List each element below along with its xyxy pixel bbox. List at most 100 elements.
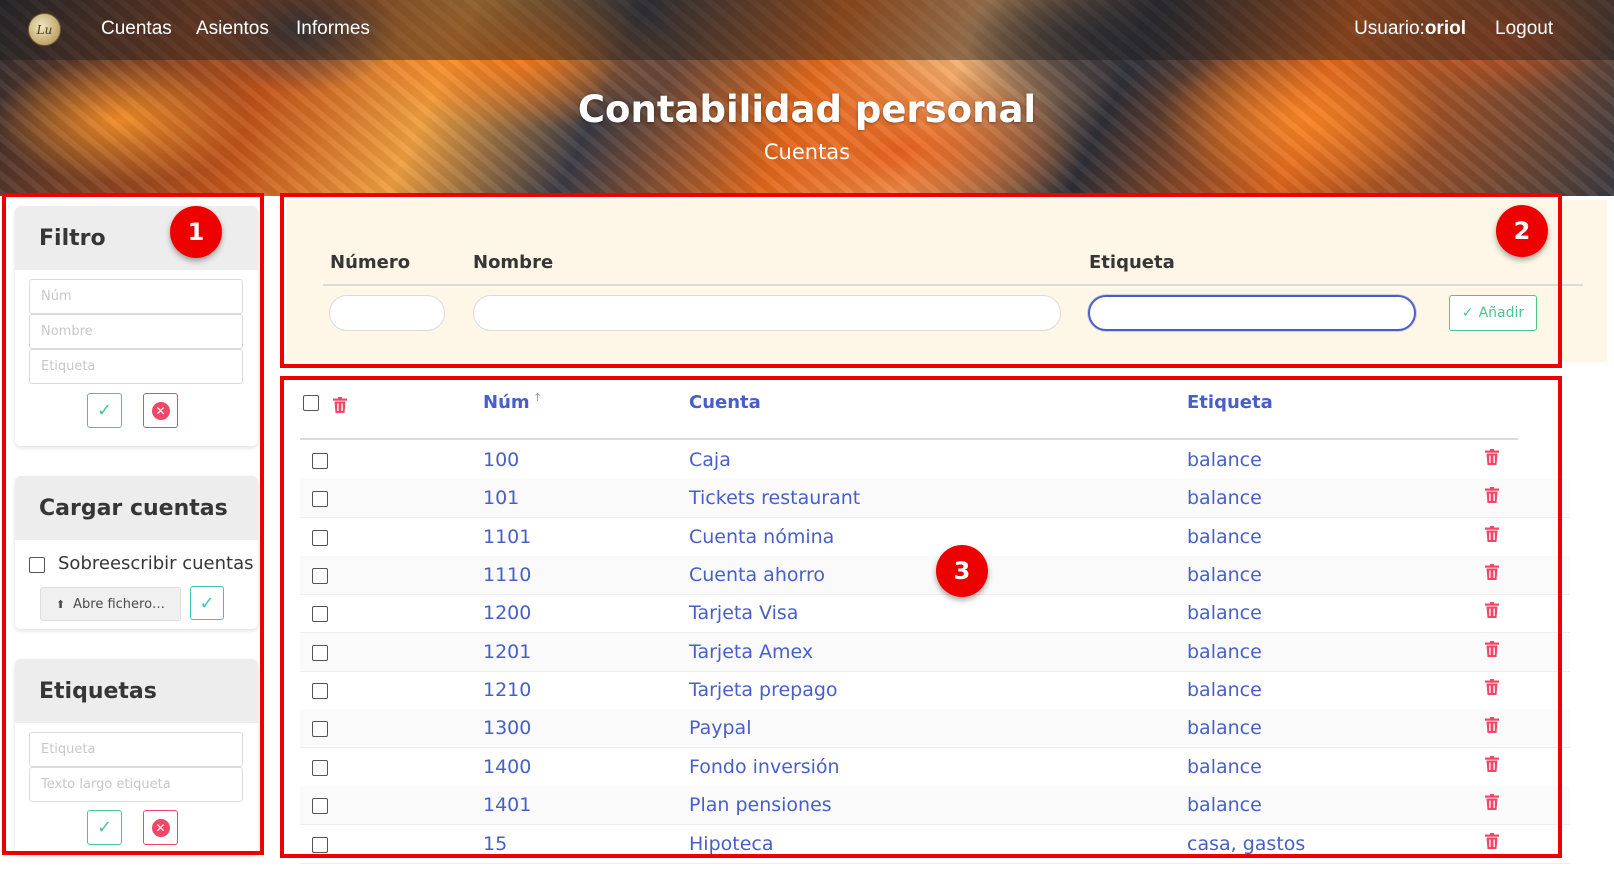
row-delete-trash-icon[interactable] [1485,526,1499,542]
page-subtitle: Cuentas [763,140,851,164]
filter-title: Filtro [15,206,258,270]
cell-num[interactable]: 1101 [483,526,531,548]
cell-num[interactable]: 101 [483,487,519,509]
nav-informes[interactable]: Informes [296,18,370,40]
row-delete-trash-icon[interactable] [1485,641,1499,657]
header-etiqueta[interactable]: Etiqueta [1187,392,1273,413]
row-delete-trash-icon[interactable] [1485,487,1499,503]
row-delete-trash-icon[interactable] [1485,602,1499,618]
cell-etiqueta[interactable]: balance [1187,717,1262,739]
cell-etiqueta[interactable]: balance [1187,449,1262,471]
tags-panel: Etiquetas ✓ ✕ [15,659,258,854]
cell-num[interactable]: 100 [483,449,519,471]
cell-etiqueta[interactable]: balance [1187,794,1262,816]
row-checkbox[interactable] [312,721,328,737]
user-name: oriol [1424,18,1466,39]
cell-etiqueta[interactable]: balance [1187,679,1262,701]
row-delete-trash-icon[interactable] [1485,756,1499,772]
cell-cuenta[interactable]: Tickets restaurant [689,487,860,509]
cell-cuenta[interactable]: Cuenta nómina [689,526,834,548]
cell-num[interactable]: 1200 [483,602,531,624]
cell-etiqueta[interactable]: balance [1187,564,1262,586]
cell-cuenta[interactable]: Paypal [689,717,751,739]
cell-cuenta[interactable]: Tarjeta prepago [689,679,838,701]
filter-num-input[interactable] [29,279,243,314]
row-checkbox[interactable] [312,760,328,776]
overwrite-checkbox[interactable] [29,557,45,573]
delete-selected-trash-icon[interactable] [333,397,347,413]
filter-panel: Filtro ✓ ✕ [15,206,258,446]
row-checkbox[interactable] [312,683,328,699]
cell-num[interactable]: 1110 [483,564,531,586]
select-all-checkbox[interactable] [303,395,319,411]
row-delete-trash-icon[interactable] [1485,794,1499,810]
row-checkbox[interactable] [312,530,328,546]
row-checkbox[interactable] [312,798,328,814]
tags-apply-button[interactable]: ✓ [87,810,122,845]
row-checkbox[interactable] [312,606,328,622]
new-numero-input[interactable] [329,295,445,331]
cell-etiqueta[interactable]: balance [1187,526,1262,548]
cell-cuenta[interactable]: Caja [689,449,731,471]
add-button[interactable]: ✓ Añadir [1449,295,1537,331]
cell-num[interactable]: 1400 [483,756,531,778]
user-indicator: Usuario:oriol [1354,18,1466,40]
check-icon: ✓ [96,817,113,838]
add-account-form: Número Nombre Etiqueta ✓ Añadir [287,200,1607,362]
table-row: 100 Caja balance [300,441,1570,480]
cell-num[interactable]: 15 [483,833,507,855]
cell-num[interactable]: 1401 [483,794,531,816]
tag-long-text-input[interactable] [29,767,243,802]
row-checkbox[interactable] [312,837,328,853]
cell-etiqueta[interactable]: casa, gastos [1187,833,1305,855]
filter-apply-button[interactable]: ✓ [87,393,122,428]
row-checkbox[interactable] [312,491,328,507]
x-circle-icon: ✕ [151,401,170,420]
cell-cuenta[interactable]: Cuenta ahorro [689,564,825,586]
row-delete-trash-icon[interactable] [1485,717,1499,733]
filter-clear-button[interactable]: ✕ [143,393,178,428]
header-num[interactable]: Núm [483,392,530,413]
row-checkbox[interactable] [312,645,328,661]
table-row: 1110 Cuenta ahorro balance [300,556,1570,595]
filter-name-input[interactable] [29,314,243,349]
label-numero: Número [330,252,411,273]
row-delete-trash-icon[interactable] [1485,833,1499,849]
table-row: 1300 Paypal balance [300,709,1570,748]
cell-num[interactable]: 1201 [483,641,531,663]
table-header: Núm ↑ Cuenta Etiqueta [300,389,1518,440]
new-etiqueta-input[interactable] [1088,295,1416,331]
app-logo[interactable]: Lu [28,13,61,46]
row-delete-trash-icon[interactable] [1485,449,1499,465]
filter-tag-input[interactable] [29,349,243,384]
header-cuenta[interactable]: Cuenta [689,392,761,413]
cell-etiqueta[interactable]: balance [1187,641,1262,663]
cell-num[interactable]: 1300 [483,717,531,739]
cell-cuenta[interactable]: Hipoteca [689,833,773,855]
row-delete-trash-icon[interactable] [1485,679,1499,695]
cell-cuenta[interactable]: Fondo inversión [689,756,840,778]
add-button-label: Añadir [1478,305,1525,321]
tag-input[interactable] [29,732,243,767]
tags-clear-button[interactable]: ✕ [143,810,178,845]
cell-cuenta[interactable]: Tarjeta Amex [689,641,813,663]
new-nombre-input[interactable] [473,295,1061,331]
row-checkbox[interactable] [312,568,328,584]
nav-cuentas[interactable]: Cuentas [101,18,172,40]
load-confirm-button[interactable]: ✓ [190,586,224,620]
cell-num[interactable]: 1210 [483,679,531,701]
row-checkbox[interactable] [312,453,328,469]
cell-cuenta[interactable]: Plan pensiones [689,794,832,816]
cell-etiqueta[interactable]: balance [1187,602,1262,624]
label-nombre: Nombre [473,252,554,273]
logout-link[interactable]: Logout [1495,18,1553,40]
cell-etiqueta[interactable]: balance [1187,487,1262,509]
cell-cuenta[interactable]: Tarjeta Visa [689,602,798,624]
cell-etiqueta[interactable]: balance [1187,756,1262,778]
tags-title: Etiquetas [15,659,258,723]
check-icon: ✓ [199,592,215,614]
nav-asientos[interactable]: Asientos [196,18,269,40]
open-file-button[interactable]: ⬆ Abre fichero… [40,587,181,621]
row-delete-trash-icon[interactable] [1485,564,1499,580]
check-icon: ✓ [96,400,113,421]
